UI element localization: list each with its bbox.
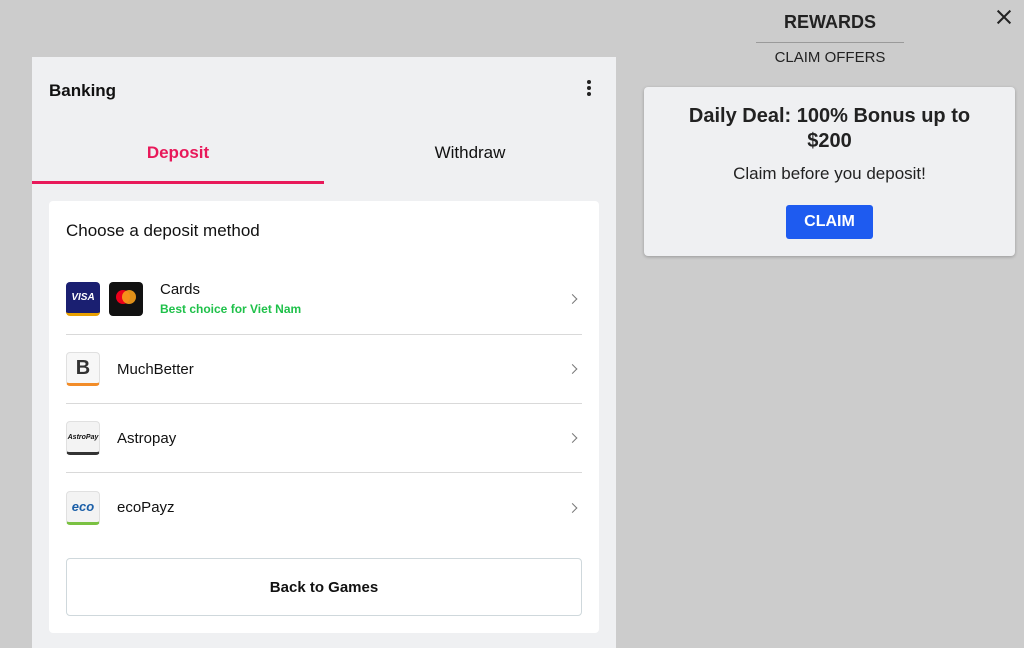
ecopayz-logo: eco — [66, 490, 100, 525]
method-name: Astropay — [117, 429, 177, 447]
method-name: Cards — [160, 281, 201, 298]
visa-logo: VISA — [66, 281, 100, 316]
astropay-logo: AstroPay — [66, 421, 100, 455]
banking-panel: Banking Deposit Withdraw Choose a deposi… — [32, 57, 616, 648]
method-ecopayz[interactable]: eco ecoPayz — [66, 473, 582, 542]
deposit-heading: Choose a deposit method — [66, 221, 260, 240]
tab-deposit[interactable]: Deposit — [32, 121, 324, 184]
rewards-title: REWARDS — [783, 12, 876, 32]
chevron-right-icon — [567, 293, 578, 304]
method-name: MuchBetter — [117, 360, 194, 378]
offer-title: Daily Deal: 100% Bonus up to $200 — [688, 105, 971, 152]
method-text: Cards Best choice for Viet Nam — [160, 281, 301, 316]
banking-title: Banking — [49, 81, 117, 100]
method-text: ecoPayz — [117, 499, 175, 516]
method-text: Astropay — [117, 430, 176, 447]
active-tab-indicator — [32, 181, 324, 184]
tab-withdraw[interactable]: Withdraw — [324, 121, 616, 184]
banking-tabs: Deposit Withdraw — [32, 121, 616, 184]
rewards-divider — [756, 42, 904, 43]
more-options-icon[interactable] — [584, 79, 594, 97]
method-cards[interactable]: VISA Cards Best choice for Viet Nam — [66, 263, 582, 335]
offer-subtitle: Claim before you deposit! — [733, 164, 926, 183]
chevron-right-icon — [567, 433, 578, 443]
method-text: MuchBetter — [117, 361, 194, 378]
back-to-games-button[interactable]: Back to Games — [66, 558, 582, 616]
method-astropay[interactable]: AstroPay Astropay — [66, 404, 582, 473]
method-subtitle: Best choice for Viet Nam — [160, 302, 302, 316]
stage: Banking Deposit Withdraw Choose a deposi… — [0, 0, 1024, 648]
deposit-methods-list: VISA Cards Best choice for Viet Nam B Mu… — [66, 263, 582, 542]
claim-offers-link[interactable]: CLAIM OFFERS — [756, 49, 904, 66]
deposit-card: Choose a deposit method VISA Cards Best … — [49, 201, 599, 633]
method-name: ecoPayz — [117, 499, 175, 516]
offer-card: Daily Deal: 100% Bonus up to $200 Claim … — [644, 87, 1015, 256]
chevron-right-icon — [567, 502, 578, 513]
chevron-right-icon — [567, 364, 578, 374]
mastercard-logo — [109, 281, 143, 316]
banking-header: Banking — [32, 57, 616, 121]
muchbetter-logo: B — [66, 352, 100, 386]
close-icon[interactable] — [994, 7, 1014, 27]
method-muchbetter[interactable]: B MuchBetter — [66, 335, 582, 404]
claim-button[interactable]: CLAIM — [786, 205, 873, 239]
